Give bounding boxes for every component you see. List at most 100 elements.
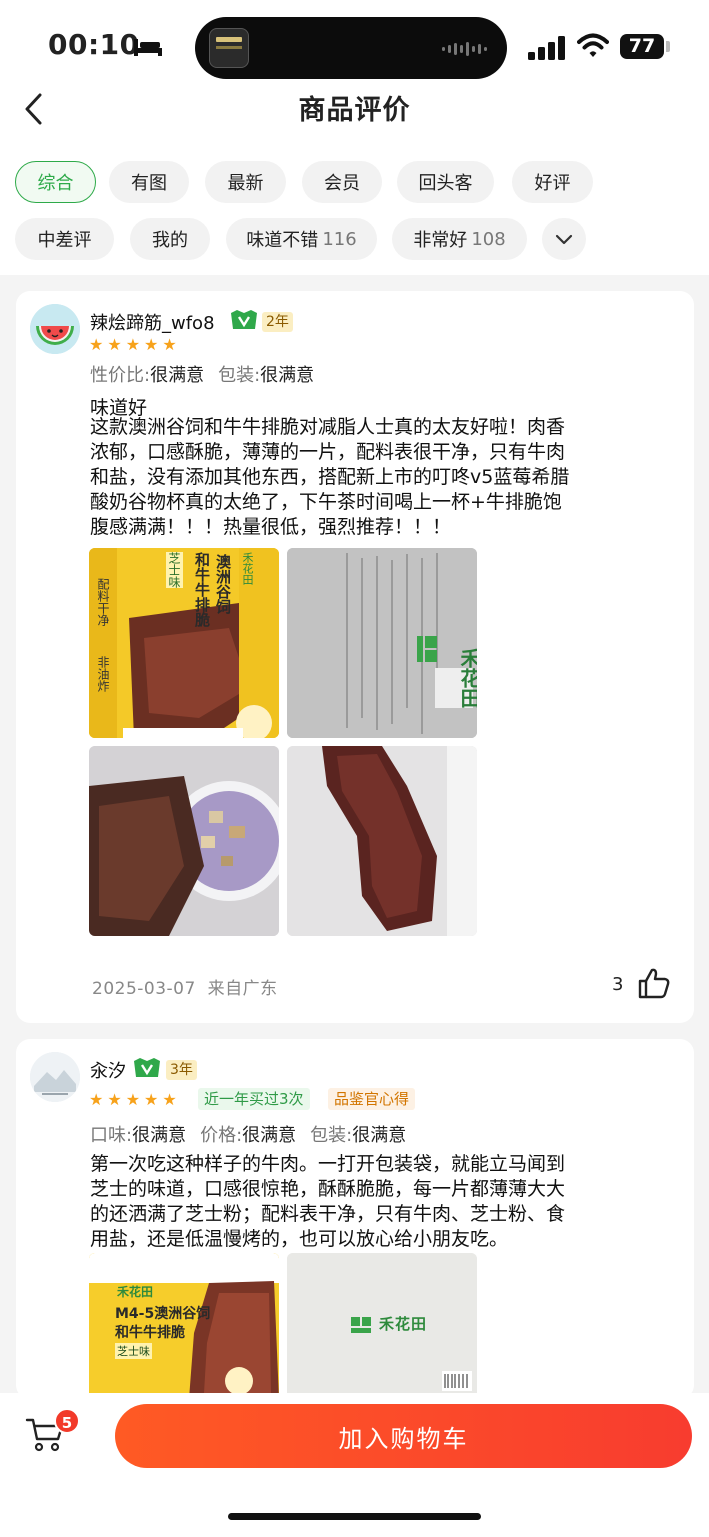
reviewer-name: 汆汐	[90, 1061, 126, 1082]
review-date: 2025-03-07 来自广东	[92, 974, 278, 999]
filter-chip-comprehensive[interactable]: 综合	[15, 161, 96, 203]
review-photo[interactable]: 禾花田 M4-5澳洲谷饲 和牛牛排脆 芝士味	[89, 1253, 279, 1399]
star-icon: ★	[144, 1090, 159, 1109]
location-text: 来自广东	[207, 979, 278, 999]
add-to-cart-button[interactable]: 加入购物车	[115, 1404, 692, 1468]
audio-wave-icon	[442, 42, 487, 56]
taster-tag: 品鉴官心得	[328, 1088, 416, 1110]
rating-value: 很满意	[132, 1125, 187, 1146]
review-photo[interactable]	[89, 746, 279, 936]
filter-label: 我的	[152, 230, 188, 251]
filter-count: 116	[322, 228, 357, 250]
repeat-buyer-tag: 近一年买过3次	[198, 1088, 310, 1110]
beef-jerky-image	[287, 746, 477, 936]
filter-chip-mine[interactable]: 我的	[130, 218, 210, 260]
filter-label: 回头客	[418, 173, 473, 194]
avatar[interactable]	[30, 1052, 80, 1102]
review-photo[interactable]: 禾花田	[287, 548, 477, 738]
filter-expand-button[interactable]	[542, 218, 586, 260]
vip-badge-icon	[231, 310, 257, 329]
filter-chip-very-good[interactable]: 非常好 108	[392, 218, 527, 260]
review-text: 这款澳洲谷饲和牛牛排脆对减脂人士真的太友好啦！肉香 浓郁，口感酥脆，薄薄的一片，…	[90, 415, 682, 540]
landscape-avatar-icon	[30, 1052, 80, 1102]
review-line: 腹感满满！！！热量很低，强烈推荐！！！	[90, 516, 452, 538]
battery-tip	[666, 41, 670, 52]
review-line: 芝士的味道，口感很惊艳，酥酥脆脆，每一片都薄薄大大	[90, 1178, 566, 1200]
page-title: 商品评价	[298, 95, 411, 126]
package-text: 禾花田	[241, 552, 254, 585]
package-text: 和牛牛排脆	[193, 552, 211, 627]
wifi-icon	[577, 33, 609, 57]
star-rating: ★ ★ ★ ★ ★	[89, 1092, 177, 1108]
filter-label: 好评	[534, 173, 571, 194]
package-back-image	[287, 548, 477, 738]
filter-chip-member[interactable]: 会员	[302, 161, 382, 203]
star-icon: ★	[144, 335, 159, 354]
package-text: 禾花田	[117, 1285, 154, 1299]
star-icon: ★	[89, 335, 104, 354]
thumbs-up-icon[interactable]	[637, 967, 671, 999]
package-text: 芝士味	[166, 552, 183, 588]
filter-chip-positive[interactable]: 好评	[512, 161, 593, 203]
yogurt-cup-image	[89, 746, 279, 936]
sub-ratings: 性价比:很满意 包装:很满意	[90, 365, 315, 386]
filter-chip-negative[interactable]: 中差评	[15, 218, 114, 260]
cellular-signal-icon	[528, 36, 565, 60]
live-activity-app-icon	[209, 28, 249, 68]
member-years-badge: 2年	[262, 312, 293, 332]
review-line: 这款澳洲谷饲和牛牛排脆对减脂人士真的太友好啦！肉香	[90, 416, 566, 438]
filter-chip-returning[interactable]: 回头客	[397, 161, 494, 203]
review-line: 第一次吃这种样子的牛肉。一打开包装袋，就能立马闻到	[90, 1153, 566, 1175]
top-section: 00:10 77 商品评价 综合 有图 最新 会员 回头客 好评 中差评 我的 …	[0, 0, 709, 275]
vip-badge-icon	[134, 1058, 160, 1077]
star-icon: ★	[125, 335, 141, 354]
filter-label: 中差评	[37, 230, 92, 251]
star-icon: ★	[162, 1090, 177, 1109]
star-icon: ★	[107, 335, 122, 354]
filter-label: 非常好	[413, 230, 468, 251]
rating-value: 很满意	[352, 1125, 407, 1146]
battery-indicator: 77	[620, 34, 664, 59]
rating-label: 口味	[90, 1125, 126, 1146]
reviewer-name: 辣烩蹄筋_wfo8	[90, 313, 215, 334]
package-text: 芝士味	[115, 1343, 152, 1359]
member-years-badge: 3年	[166, 1060, 197, 1080]
review-photo[interactable]: 禾花田	[287, 1253, 477, 1399]
avatar[interactable]	[30, 304, 80, 354]
review-photo[interactable]	[287, 746, 477, 936]
rating-label: 价格	[200, 1125, 237, 1146]
review-photo[interactable]: 芝士味 澳洲谷饲 和牛牛排脆 配料干净 非油炸 禾花田	[89, 548, 279, 738]
package-text: 配料干净	[96, 578, 110, 626]
filter-label: 味道不错	[246, 230, 319, 251]
status-time: 00:10	[48, 28, 140, 61]
sub-ratings: 口味:很满意 价格:很满意 包装:很满意	[90, 1125, 407, 1146]
dynamic-island	[195, 17, 507, 79]
home-indicator	[228, 1513, 481, 1520]
review-card: 汆汐 3年 ★ ★ ★ ★ ★ 近一年买过3次 品鉴官心得 口味:很满意 价格:很满意 包装…	[16, 1039, 694, 1399]
filter-count: 108	[471, 228, 506, 250]
package-text: M4-5澳洲谷饲	[115, 1306, 211, 1322]
rating-label: 性价比	[90, 365, 144, 386]
rating-value: 很满意	[242, 1125, 297, 1146]
rating-value: 很满意	[260, 365, 315, 386]
filter-label: 最新	[227, 173, 264, 194]
cart-count-badge: 5	[54, 1408, 80, 1434]
rating-value: 很满意	[150, 365, 205, 386]
filter-label: 综合	[37, 173, 74, 194]
star-rating: ★ ★ ★ ★ ★	[89, 337, 177, 353]
filter-chip-tasty[interactable]: 味道不错 116	[226, 218, 377, 260]
review-card: 辣烩蹄筋_wfo8 2年 ★ ★ ★ ★ ★ 性价比:很满意 包装:很满意 味道好 这款澳…	[16, 291, 694, 1023]
filter-chip-latest[interactable]: 最新	[205, 161, 286, 203]
filter-chip-with-photos[interactable]: 有图	[109, 161, 189, 203]
filter-label: 会员	[324, 173, 360, 194]
review-line: 酸奶谷物杯真的太绝了，下午茶时间喝上一杯+牛排脆饱	[90, 491, 562, 513]
review-line: 和盐，没有添加其他东西，搭配新上市的叮咚v5蓝莓希腊	[90, 466, 570, 488]
watermelon-avatar-icon	[30, 304, 80, 354]
sleep-focus-icon	[134, 39, 162, 56]
star-icon: ★	[162, 335, 177, 354]
filter-label: 有图	[131, 173, 167, 194]
star-icon: ★	[125, 1090, 141, 1109]
review-line: 的还洒满了芝士粉；配料表干净，只有牛肉、芝士粉、食	[90, 1203, 566, 1225]
rating-label: 包装	[310, 1125, 347, 1146]
brand-logo-text: 禾花田	[457, 648, 477, 708]
